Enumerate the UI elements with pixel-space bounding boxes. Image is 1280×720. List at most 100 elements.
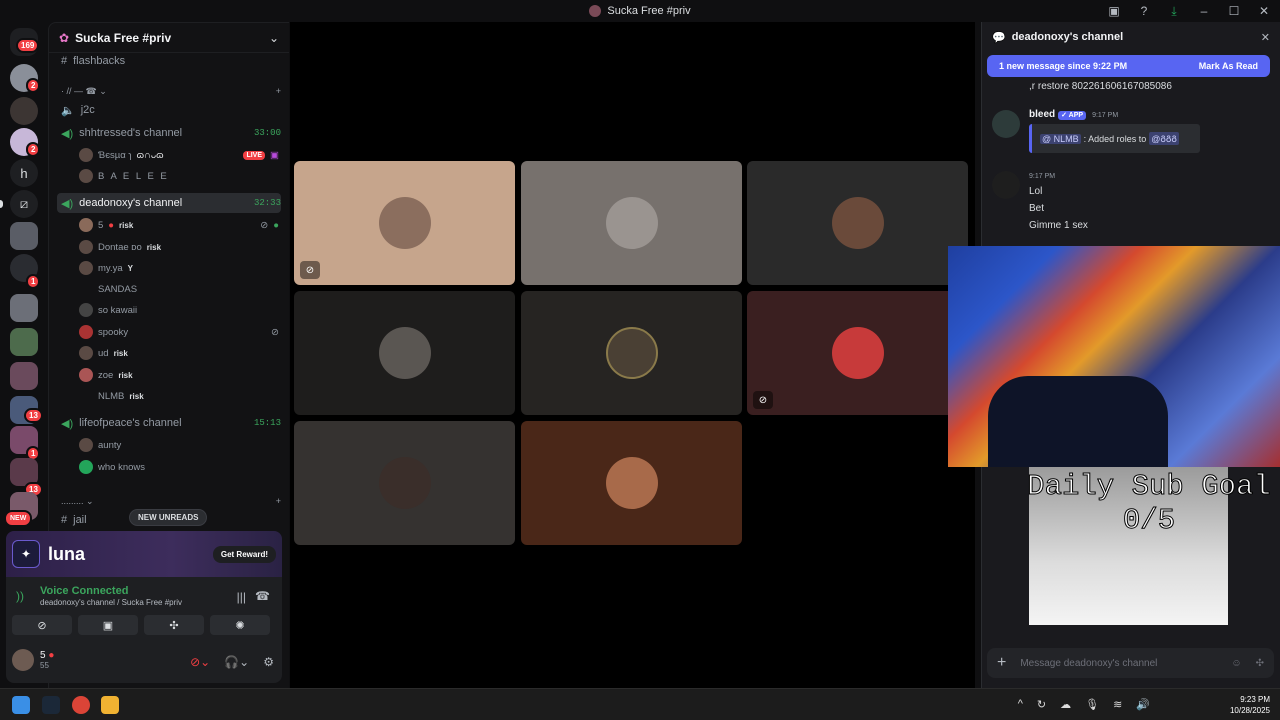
voice-user[interactable]: aunty [79, 436, 121, 454]
server-label: h [20, 165, 28, 181]
cloud-icon[interactable]: ☁ [1060, 698, 1071, 711]
voice-user[interactable]: spooky ⊘ [79, 323, 279, 341]
avatar [79, 218, 93, 232]
message-composer[interactable]: + Message deadonoxy's channel ☺ ✣ [987, 648, 1274, 678]
voice-user[interactable]: so kawaii [79, 301, 137, 319]
voice-stage: ⊘ ⊘ [290, 22, 975, 688]
participant-tile[interactable] [521, 161, 742, 285]
add-icon[interactable]: + [276, 86, 281, 96]
voice-user[interactable]: my.ya Y [79, 259, 133, 277]
luna-brand: luna [48, 543, 86, 564]
server-icon[interactable] [10, 362, 38, 390]
user-area[interactable]: 5 ● 55 [12, 649, 54, 671]
voice-user[interactable]: zoe risk [79, 366, 133, 384]
system-clock[interactable]: 9:23 PM 10/28/2025 [1230, 694, 1270, 716]
user-mention[interactable]: @ NLMB [1040, 133, 1081, 144]
avatar [79, 438, 93, 452]
voice-channel[interactable]: ◀) lifeofpeace's channel 15:13 [57, 413, 281, 433]
category-header[interactable]: · // — ☎ ⌄ + [57, 81, 281, 101]
chevron-down-icon: ⌄ [268, 30, 279, 45]
message-input[interactable]: Message deadonoxy's channel [1020, 658, 1217, 669]
avatar [378, 327, 431, 379]
screen-share-button[interactable]: ▣ [78, 615, 138, 635]
participant-tile[interactable]: ⊘ [747, 291, 968, 415]
channel-j2c[interactable]: 🔈 j2c [57, 100, 281, 120]
close-icon[interactable]: ✕ [1256, 4, 1272, 18]
avatar [831, 327, 884, 379]
inbox-icon[interactable]: ▣ [1106, 4, 1122, 18]
voice-user[interactable]: Dontae ᴅᴏ risk [79, 238, 161, 256]
avatar [79, 240, 93, 254]
server-icon[interactable] [10, 294, 38, 322]
participant-tile[interactable]: ⊘ [294, 161, 515, 285]
voice-user[interactable]: ud risk [79, 344, 128, 362]
maximize-icon[interactable]: ☐ [1226, 4, 1242, 18]
voice-user[interactable]: B A E L E E [79, 167, 169, 185]
apps-icon[interactable]: ✣ [1256, 658, 1264, 669]
headphones-button[interactable]: 🎧⌄ [224, 655, 249, 669]
volume-icon[interactable]: 🔊 [1136, 698, 1150, 711]
luna-promo[interactable]: ✦ luna Get Reward! [6, 531, 282, 577]
participant-tile[interactable] [521, 291, 742, 415]
settings-icon[interactable]: ⚙ [263, 655, 274, 669]
live-badge: LIVE [243, 150, 266, 160]
new-unreads-button[interactable]: NEW UNREADS [129, 509, 208, 526]
emoji-icon[interactable]: ☺ [1231, 658, 1241, 669]
server-icon: ✿ [59, 30, 70, 45]
soundboard-button[interactable]: ✺ [210, 615, 270, 635]
category-header[interactable]: ......... ⌄ + [57, 491, 281, 511]
sub-goal-title: Daily Sub Goal [1027, 470, 1272, 504]
windows-start-icon[interactable] [12, 696, 30, 714]
download-icon[interactable]: ⤓ [1166, 4, 1182, 19]
voice-user[interactable]: who knows [79, 458, 145, 476]
channel-label: shhtressed's channel [79, 127, 183, 139]
voice-user[interactable]: SANDAS [79, 280, 137, 298]
server-icon[interactable] [10, 97, 38, 125]
chevron-up-icon[interactable]: ^ [1018, 698, 1023, 711]
voice-channel[interactable]: ◀) shhtressed's channel 33:00 [57, 123, 281, 143]
chrome-icon[interactable] [72, 696, 90, 714]
sync-icon[interactable]: ↻ [1037, 698, 1046, 711]
role-mention[interactable]: @ᲒᲒᲒ [1149, 132, 1179, 145]
channel-flashbacks[interactable]: # flashbacks [57, 51, 281, 71]
camera-button[interactable]: ⊘ [12, 615, 72, 635]
clock-time: 9:23 PM [1240, 695, 1270, 704]
disconnect-icon[interactable]: ☎ [255, 589, 270, 603]
mic-icon[interactable]: 🎙 [1085, 698, 1099, 711]
participant-tile[interactable] [747, 161, 968, 285]
voice-user[interactable]: Ɓєѕµα ɿ ɷ∩ᴗɷ LIVE ▣ [79, 146, 279, 164]
avatar [992, 110, 1020, 138]
add-attachment-icon[interactable]: + [997, 654, 1006, 672]
voice-channel-selected[interactable]: ◀) deadonoxy's channel 32:33 [57, 193, 281, 213]
discord-taskbar-icon[interactable] [101, 696, 119, 714]
mute-button[interactable]: ⊘⌄ [190, 655, 210, 669]
voice-user[interactable]: NLMB risk [79, 387, 144, 405]
new-messages-banner[interactable]: 1 new message since 9:22 PM Mark As Read [987, 55, 1270, 77]
server-header[interactable]: ✿ Sucka Free #priv ⌄ [49, 23, 289, 53]
noise-icon[interactable]: ||| [237, 590, 246, 604]
get-reward-button[interactable]: Get Reward! [212, 545, 276, 563]
help-icon[interactable]: ? [1136, 4, 1152, 18]
server-icon[interactable] [10, 328, 38, 356]
taskbar: ^ ↻ ☁ 🎙 ≋ 🔊 9:23 PM 10/28/2025 [0, 688, 1280, 720]
activities-button[interactable]: ✣ [144, 615, 204, 635]
steam-icon[interactable] [42, 696, 60, 714]
mark-as-read-button[interactable]: Mark As Read [1199, 61, 1258, 71]
server-icon[interactable]: ⧄ [10, 190, 38, 218]
logo-icon: ⧄ [19, 196, 29, 211]
user-name: Dontae ᴅᴏ [98, 241, 142, 253]
message-embed: @ NLMB: Added roles to @ᲒᲒᲒ [1029, 124, 1200, 153]
voice-status: Voice Connected [40, 585, 129, 597]
mute-icon: ⊘ [260, 219, 269, 231]
server-icon[interactable]: h [10, 159, 38, 187]
voice-user[interactable]: 5 ● risk ⊘ ● [79, 216, 279, 234]
minimize-icon[interactable]: – [1196, 4, 1212, 18]
window-title: Sucka Free #priv [607, 5, 691, 17]
wifi-icon[interactable]: ≋ [1113, 698, 1122, 711]
participant-tile[interactable] [294, 291, 515, 415]
close-icon[interactable]: ✕ [1261, 31, 1270, 44]
participant-tile[interactable] [521, 421, 742, 545]
participant-tile[interactable] [294, 421, 515, 545]
add-icon[interactable]: + [276, 496, 281, 506]
server-icon[interactable] [10, 222, 38, 250]
